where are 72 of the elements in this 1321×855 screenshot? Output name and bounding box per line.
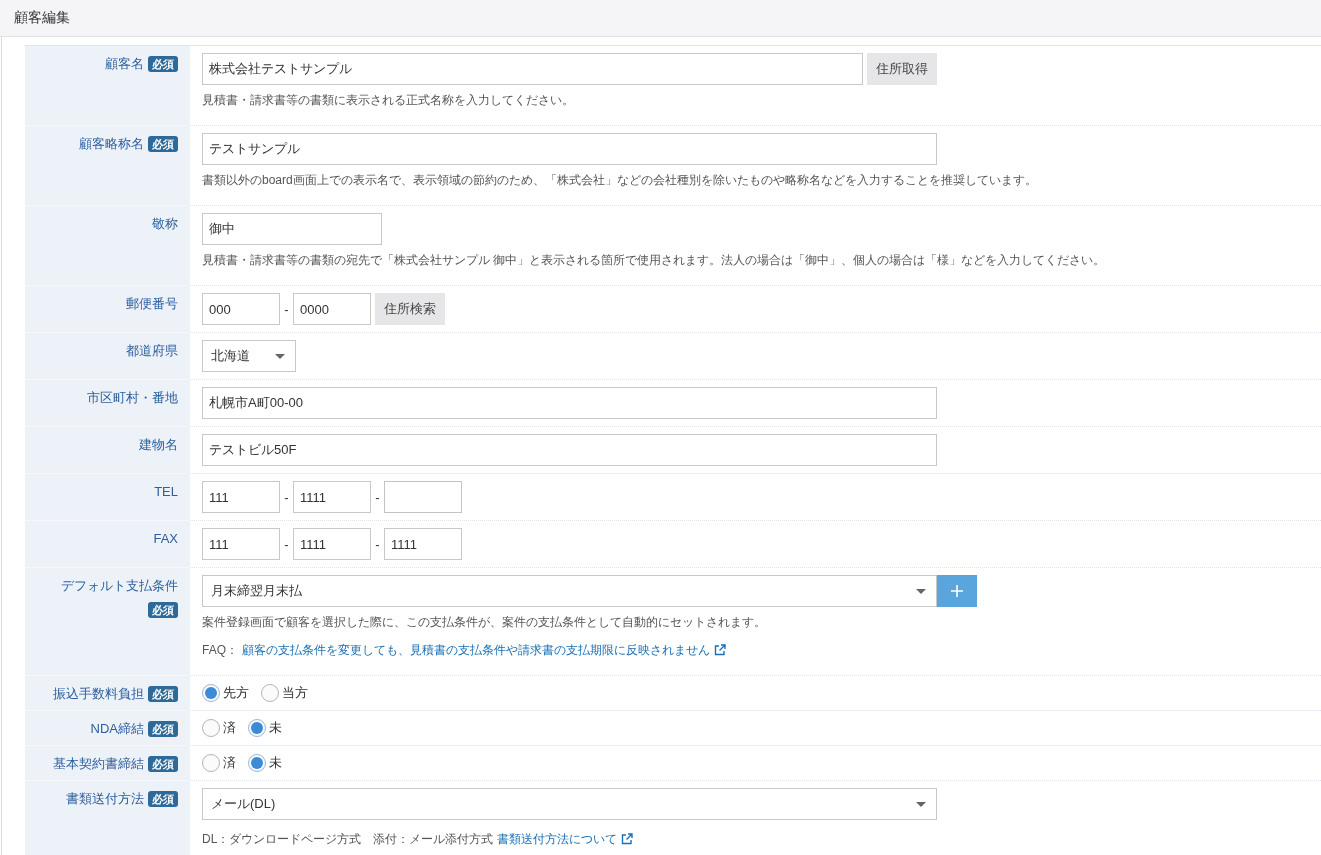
radio-label: 未: [269, 754, 282, 772]
required-badge: 必須: [148, 791, 178, 807]
help-link[interactable]: 顧客の支払条件を変更しても、見積書の支払条件や請求書の支払期限に反映されません: [242, 641, 710, 659]
caret-icon: [275, 353, 285, 359]
text-field[interactable]: 111: [202, 481, 280, 513]
text-field[interactable]: テストビル50F: [202, 434, 937, 466]
field-label: 市区町村・番地: [87, 389, 178, 407]
separator-text: -: [283, 301, 290, 317]
radio-button[interactable]: [248, 754, 266, 772]
field-label: 基本契約書締結: [53, 755, 144, 773]
radio-button[interactable]: [202, 719, 220, 737]
required-badge: 必須: [148, 756, 178, 772]
required-badge: 必須: [148, 56, 178, 72]
field-label: 郵便番号: [126, 295, 178, 313]
field-label: デフォルト支払条件: [61, 577, 178, 595]
address-button[interactable]: 住所検索: [375, 293, 445, 325]
separator-text: -: [283, 489, 290, 505]
help-text: 案件登録画面で顧客を選択した際に、この支払条件が、案件の支払条件として自動的にセットされます。: [202, 614, 767, 631]
page-title: 顧客編集: [14, 9, 70, 25]
note-text: DL：ダウンロードページ方式 添付：メール添付方式: [202, 831, 494, 848]
required-badge: 必須: [148, 686, 178, 702]
text-field[interactable]: 1111: [293, 528, 371, 560]
field-label: 振込手数料負担: [53, 685, 144, 703]
external-link-icon: [621, 833, 634, 845]
separator-text: -: [283, 536, 290, 552]
field-label: NDA締結: [90, 720, 144, 738]
text-field[interactable]: 御中: [202, 213, 382, 245]
help-text: 見積書・請求書等の書類の宛先で「株式会社サンプル 御中」と表示される箇所で使用されます。法人の場合は「御中」、個人の場合は「様」などを入力してください。: [202, 252, 1107, 269]
radio-button[interactable]: [248, 719, 266, 737]
field-label: FAX: [153, 530, 178, 548]
address-button[interactable]: 住所取得: [867, 53, 937, 85]
field-label: TEL: [154, 483, 178, 501]
select-field[interactable]: 月末締翌月末払: [202, 575, 937, 607]
caret-icon: [916, 588, 926, 594]
radio-label: 先方: [223, 684, 249, 702]
external-link-icon: [714, 644, 726, 656]
add-button[interactable]: [937, 575, 977, 607]
plus-icon: [951, 585, 963, 597]
text-field[interactable]: 札幌市A町00-00: [202, 387, 937, 419]
text-field[interactable]: 0000: [293, 293, 371, 325]
text-field[interactable]: テストサンプル: [202, 133, 937, 165]
help-text: 見積書・請求書等の書類に表示される正式名称を入力してください。: [202, 92, 575, 109]
text-field[interactable]: [384, 481, 462, 513]
required-badge: 必須: [148, 721, 178, 737]
separator-text: -: [374, 489, 381, 505]
required-badge: 必須: [148, 602, 178, 618]
caret-icon: [916, 801, 926, 807]
radio-label: 未: [269, 719, 282, 737]
field-label: 書類送付方法: [66, 790, 144, 808]
required-badge: 必須: [148, 136, 178, 152]
separator-text: -: [374, 536, 381, 552]
help-link[interactable]: 書類送付方法について: [497, 830, 618, 848]
radio-button[interactable]: [202, 754, 220, 772]
select-field[interactable]: 北海道: [202, 340, 296, 372]
text-field[interactable]: 1111: [384, 528, 462, 560]
radio-label: 済: [223, 754, 236, 772]
radio-label: 済: [223, 719, 236, 737]
field-label: 建物名: [139, 436, 178, 454]
field-label: 顧客略称名: [79, 135, 144, 153]
select-field[interactable]: メール(DL): [202, 788, 937, 820]
radio-button[interactable]: [202, 684, 220, 702]
field-label: 都道府県: [126, 342, 178, 360]
text-field[interactable]: 000: [202, 293, 280, 325]
help-text: 書類以外のboard画面上での表示名で、表示領域の節約のため、「株式会社」などの会社種別を除いたものや略称名などを入力することを推奨しています。: [202, 172, 1038, 189]
text-field[interactable]: 株式会社テストサンプル: [202, 53, 863, 85]
field-label: 顧客名: [105, 55, 144, 73]
note-text: FAQ：: [202, 642, 238, 659]
radio-label: 当方: [282, 684, 308, 702]
text-field[interactable]: 1111: [293, 481, 371, 513]
field-label: 敬称: [152, 215, 178, 233]
text-field[interactable]: 111: [202, 528, 280, 560]
radio-button[interactable]: [261, 684, 279, 702]
